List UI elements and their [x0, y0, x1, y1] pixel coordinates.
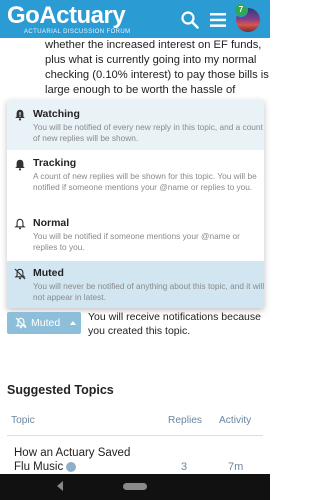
option-title: Normal [33, 217, 70, 229]
caret-up-icon [70, 321, 76, 325]
bell-outline-icon [14, 218, 26, 230]
option-description: You will be notified if someone mentions… [33, 231, 240, 252]
topic-replies: 3 [181, 461, 188, 473]
menu-icon[interactable] [208, 10, 228, 30]
option-normal[interactable]: Normal You will be notified if someone m… [7, 207, 264, 261]
option-description: A count of new replies will be shown for… [33, 171, 257, 192]
topic-link[interactable]: How an Actuary Saved [14, 446, 130, 461]
topic-title-line2: Flu Music [14, 461, 64, 473]
notification-level-label: Muted [31, 317, 61, 329]
column-header-replies[interactable]: Replies [168, 415, 202, 426]
post-line: plus what is currently going into my nor… [45, 54, 257, 66]
topic-activity[interactable]: 7m [228, 461, 243, 473]
option-title: Watching [33, 108, 80, 120]
topic-status-icon [66, 461, 77, 472]
option-muted[interactable]: Muted You will never be notified of anyt… [7, 261, 264, 308]
divider [7, 435, 263, 436]
site-logo[interactable]: GoActuary ACTUARIAL DISCUSSION FORUM [7, 2, 131, 36]
suggested-topics-heading: Suggested Topics [7, 383, 114, 397]
logo-text: GoActuary [7, 2, 126, 29]
option-title: Muted [33, 267, 64, 279]
system-nav-bar [0, 474, 270, 500]
option-title: Tracking [33, 157, 77, 169]
search-icon[interactable] [180, 10, 200, 30]
post-line: checking (0.10% interest) to pay those b… [45, 69, 269, 81]
bell-slash-icon [14, 268, 26, 280]
notification-badge[interactable]: 7 [234, 3, 248, 17]
post-line: whether the increased interest on EF fun… [45, 39, 262, 51]
option-watching[interactable]: Watching You will be notified of every n… [7, 100, 264, 150]
column-header-activity[interactable]: Activity [219, 415, 251, 426]
topic-link-continued[interactable]: Flu Music [14, 461, 77, 473]
option-description: You will be notified of every new reply … [33, 122, 263, 143]
post-body: whether the increased interest on EF fun… [45, 38, 269, 98]
bell-icon [15, 159, 25, 171]
bell-slash-icon [15, 317, 27, 329]
option-description: You will never be notified of anything a… [33, 281, 264, 302]
notification-level-menu: Watching You will be notified of every n… [7, 100, 264, 308]
column-header-topic[interactable]: Topic [11, 415, 35, 426]
top-header: GoActuary ACTUARIAL DISCUSSION FORUM 7 [0, 0, 270, 38]
post-line: large enough to be worth the hassle of [45, 84, 236, 96]
notification-level-button[interactable]: Muted [7, 312, 81, 334]
option-tracking[interactable]: Tracking A count of new replies will be … [7, 150, 264, 207]
bell-exclamation-icon [15, 109, 25, 121]
notification-reason: You will receive notifications because y… [88, 311, 261, 337]
back-icon[interactable] [57, 481, 63, 491]
logo-subtitle: ACTUARIAL DISCUSSION FORUM [24, 29, 131, 35]
home-pill-icon[interactable] [123, 483, 147, 490]
